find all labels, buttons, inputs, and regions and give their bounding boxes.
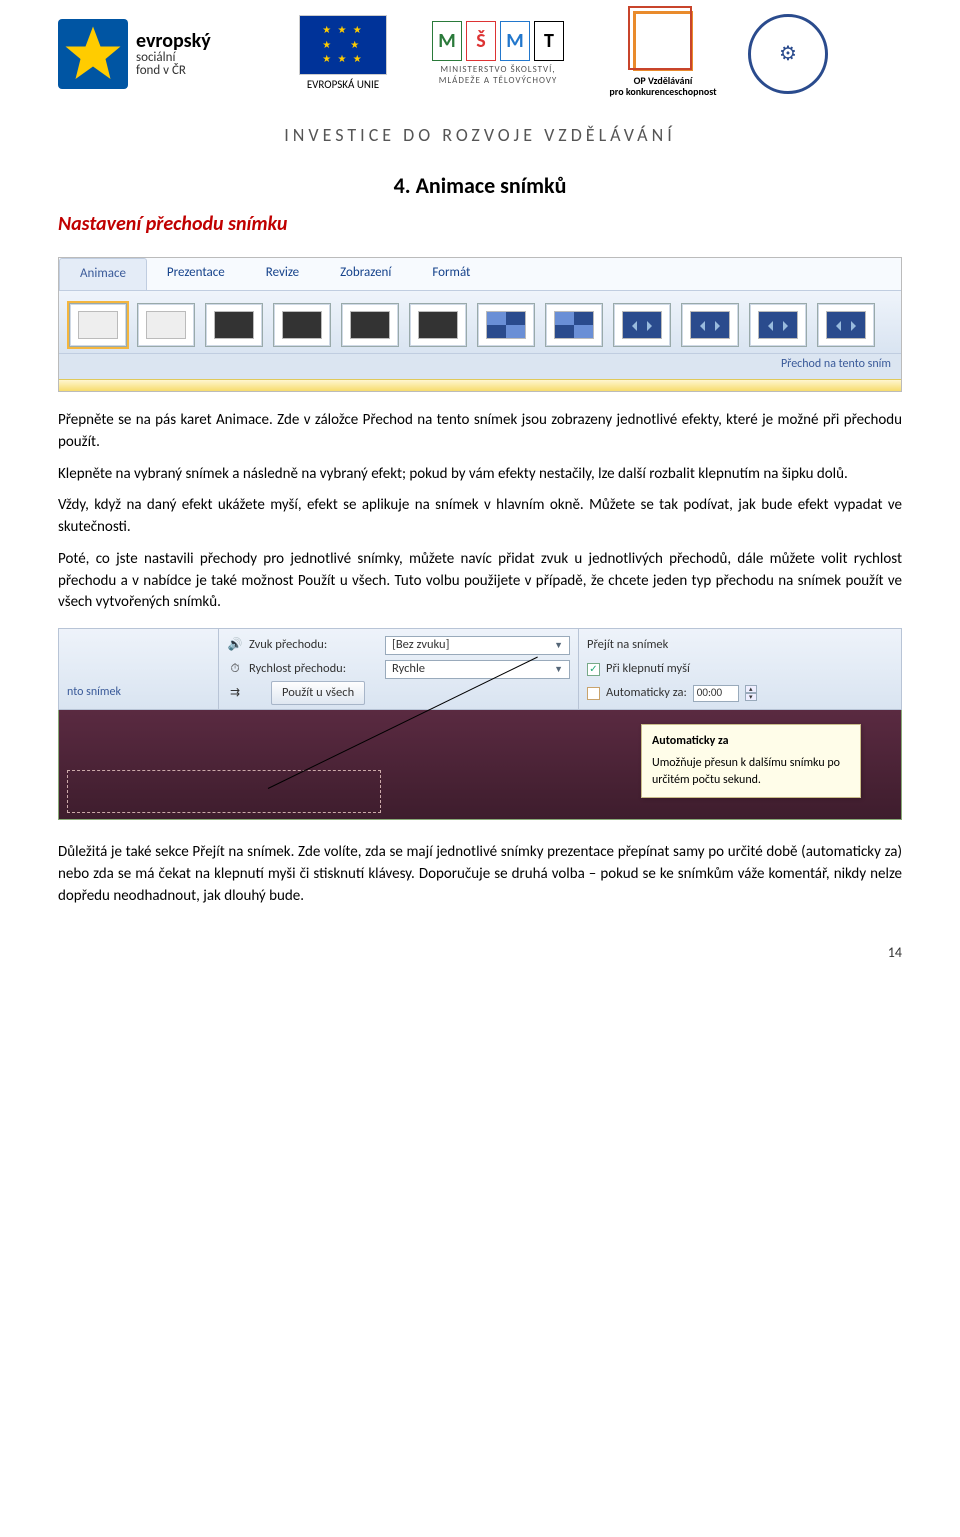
sound-dropdown[interactable]: [Bez zvuku] ▼ (385, 636, 570, 655)
paragraph: Poté, co jste nastavili přechody pro jed… (58, 549, 902, 614)
transition-thumb[interactable] (205, 303, 263, 347)
subsection-title: Nastavení přechodu snímku (58, 210, 902, 239)
apply-all-icon: ⇉ (227, 685, 243, 701)
apply-all-button[interactable]: Použít u všech (271, 681, 365, 705)
msmt-mark-icon: M Š M T (418, 21, 578, 61)
transition-thumb[interactable] (69, 303, 127, 347)
tab-format[interactable]: Formát (412, 258, 491, 290)
logo-msmt: M Š M T MINISTERSTVO ŠKOLSTVÍ, MLÁDEŽE A… (418, 21, 578, 87)
logo-eu: ★ ★ ★★ ★★ ★ ★ EVROPSKÁ UNIE (288, 15, 398, 93)
transition-thumb[interactable] (817, 303, 875, 347)
slide-preview-area: Automaticky za Umožňuje přesun k dalšímu… (58, 710, 902, 820)
advance-group-label: Přejít na snímek (587, 636, 668, 654)
tab-zobrazeni[interactable]: Zobrazení (320, 258, 412, 290)
ribbon-tab-strip: Animace Prezentace Revize Zobrazení Form… (59, 258, 901, 291)
eu-flag-icon: ★ ★ ★★ ★★ ★ ★ (299, 15, 387, 75)
invest-tagline: INVESTICE DO ROZVOJE VZDĚLÁVÁNÍ (58, 108, 902, 170)
logo-tech-icon: ⚙ (748, 14, 828, 94)
ribbon-transition-settings: nto snímek 🔊 Zvuk přechodu: [Bez zvuku] … (58, 628, 902, 820)
section-title: 4. Animace snímků (58, 170, 902, 202)
speed-value: Rychle (392, 660, 425, 678)
op-box-icon (633, 11, 693, 71)
transition-thumb[interactable] (613, 303, 671, 347)
sound-value: [Bez zvuku] (392, 636, 449, 654)
transition-thumb[interactable] (341, 303, 399, 347)
speed-icon: ⏱ (227, 661, 243, 677)
tooltip-auto-after: Automaticky za Umožňuje přesun k dalšímu… (641, 724, 861, 798)
transition-thumb[interactable] (749, 303, 807, 347)
transition-thumb[interactable] (137, 303, 195, 347)
transition-thumb[interactable] (477, 303, 535, 347)
auto-time-field[interactable]: 00:00 (693, 685, 739, 702)
esf-brand-sub2: fond v ČR (136, 64, 211, 77)
tab-prezentace[interactable]: Prezentace (147, 258, 246, 290)
paragraph: Důležitá je také sekce Přejít na snímek.… (58, 842, 902, 907)
group-label-left: nto snímek (63, 682, 214, 703)
tab-animace[interactable]: Animace (59, 258, 147, 290)
msmt-line2: MLÁDEŽE A TĚLOVÝCHOVY (418, 76, 578, 87)
logo-op: OP Vzdělávání pro konkurenceschopnost (598, 11, 728, 97)
opt-auto-label: Automaticky za: (606, 684, 687, 702)
sound-label: Zvuk přechodu: (249, 636, 379, 654)
transition-thumb[interactable] (681, 303, 739, 347)
transition-thumb[interactable] (409, 303, 467, 347)
esf-star-icon (58, 19, 128, 89)
paragraph: Přepněte se na pás karet Animace. Zde v … (58, 410, 902, 454)
speed-label: Rychlost přechodu: (249, 660, 379, 678)
ribbon-animations: Animace Prezentace Revize Zobrazení Form… (58, 257, 902, 392)
op-line2: pro konkurenceschopnost (598, 86, 728, 97)
paragraph: Vždy, když na daný efekt ukážete myší, e… (58, 495, 902, 539)
chevron-down-icon: ▼ (554, 639, 563, 652)
chevron-down-icon: ▼ (554, 663, 563, 676)
page-number: 14 (58, 943, 902, 963)
tooltip-title: Automaticky za (652, 733, 850, 750)
transition-thumb[interactable] (273, 303, 331, 347)
checkbox-on-click[interactable]: ✓ (587, 663, 600, 676)
transition-gallery (59, 291, 901, 353)
ribbon-status-bar (59, 379, 901, 391)
speaker-icon: 🔊 (227, 637, 243, 653)
checkbox-auto-after[interactable]: ✓ (587, 687, 600, 700)
placeholder-outline (67, 770, 381, 813)
transition-thumb[interactable] (545, 303, 603, 347)
speed-dropdown[interactable]: Rychle ▼ (385, 660, 570, 679)
opt-click-label: Při klepnutí myší (606, 660, 690, 678)
tab-revize[interactable]: Revize (246, 258, 320, 290)
paragraph: Klepněte na vybraný snímek a následně na… (58, 464, 902, 486)
ribbon-group-label: Přechod na tento sním (59, 353, 901, 379)
logo-esf: evropský sociální fond v ČR (58, 10, 268, 98)
tooltip-body: Umožňuje přesun k dalšímu snímku po urči… (652, 755, 850, 790)
header-logo-band: evropský sociální fond v ČR ★ ★ ★★ ★★ ★ … (58, 0, 902, 108)
time-spinner[interactable]: ▴▾ (745, 685, 757, 701)
eu-label: EVROPSKÁ UNIE (307, 77, 379, 93)
